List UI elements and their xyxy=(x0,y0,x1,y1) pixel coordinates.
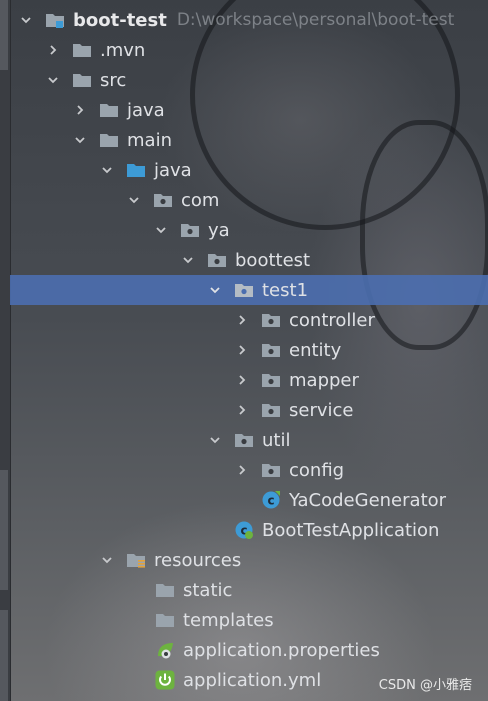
tree-item-test1[interactable]: test1 xyxy=(10,275,488,305)
chevron-right-icon[interactable] xyxy=(47,44,59,56)
tree-item-boottest[interactable]: boottest xyxy=(10,245,488,275)
svg-text:c: c xyxy=(267,494,274,508)
chevron-right-icon[interactable] xyxy=(236,314,248,326)
tree-item-label: .mvn xyxy=(100,39,146,61)
tree-item-label: service xyxy=(289,399,354,421)
chevron-right-icon[interactable] xyxy=(236,464,248,476)
package-icon xyxy=(261,370,281,390)
chevron-down-icon[interactable] xyxy=(209,434,221,446)
tree-item-controller[interactable]: controller xyxy=(10,305,488,335)
tree-item-label: config xyxy=(289,459,345,481)
tree-item-label: application.properties xyxy=(183,639,380,661)
chevron-down-icon[interactable] xyxy=(47,74,59,86)
watermark: CSDN @小雅痞 xyxy=(378,678,472,693)
package-icon xyxy=(234,430,254,450)
chevron-down-icon[interactable] xyxy=(209,284,221,296)
tree-item-application-properties[interactable]: application.properties xyxy=(10,635,488,665)
chevron-down-icon[interactable] xyxy=(128,194,140,206)
chevron-down-icon[interactable] xyxy=(74,134,86,146)
tree-item-mvn[interactable]: .mvn xyxy=(10,35,488,65)
tree-item-java[interactable]: java xyxy=(10,155,488,185)
package-icon xyxy=(180,220,200,240)
chevron-down-icon[interactable] xyxy=(101,554,113,566)
tree-item-service[interactable]: service xyxy=(10,395,488,425)
tree-item-config[interactable]: config xyxy=(10,455,488,485)
chevron-right-icon[interactable] xyxy=(236,374,248,386)
tree-item-label: templates xyxy=(183,609,274,631)
chevron-down-icon[interactable] xyxy=(155,224,167,236)
tree-item-util[interactable]: util xyxy=(10,425,488,455)
chevron-right-icon[interactable] xyxy=(74,104,86,116)
tree-item-label: boot-test xyxy=(73,9,167,31)
tree-item-label: test1 xyxy=(262,279,309,301)
project-path: D:\workspace\personal\boot-test xyxy=(176,10,455,30)
tree-item-label: entity xyxy=(289,339,342,361)
tree-item-label: ya xyxy=(208,219,230,241)
tree-item-boot-test[interactable]: boot-test D:\workspace\personal\boot-tes… xyxy=(10,5,488,35)
folder-icon xyxy=(99,100,119,120)
package-icon xyxy=(153,190,173,210)
tree-item-entity[interactable]: entity xyxy=(10,335,488,365)
tree-item-templates[interactable]: templates xyxy=(10,605,488,635)
folder-icon xyxy=(72,70,92,90)
chevron-down-icon[interactable] xyxy=(182,254,194,266)
tree-item-java-top[interactable]: java xyxy=(10,95,488,125)
chevron-right-icon[interactable] xyxy=(236,404,248,416)
folder-icon xyxy=(155,580,175,600)
tree-item-label: YaCodeGenerator xyxy=(289,489,447,511)
tree-item-label: static xyxy=(183,579,233,601)
tree-item-label: BootTestApplication xyxy=(262,519,440,541)
tree-item-label: resources xyxy=(154,549,242,571)
tree-item-mapper[interactable]: mapper xyxy=(10,365,488,395)
tree-item-static[interactable]: static xyxy=(10,575,488,605)
tree-item-label: src xyxy=(100,69,127,91)
tree-item-label: java xyxy=(154,159,192,181)
package-icon xyxy=(207,250,227,270)
package-icon xyxy=(261,340,281,360)
project-tool-tab[interactable] xyxy=(0,0,8,70)
chevron-down-icon[interactable] xyxy=(20,14,32,26)
tree-item-ya-code-generator[interactable]: c YaCodeGenerator xyxy=(10,485,488,515)
folder-icon xyxy=(155,610,175,630)
package-icon xyxy=(234,280,254,300)
tree-item-resources[interactable]: resources xyxy=(10,545,488,575)
tree-item-label: util xyxy=(262,429,291,451)
tree-item-main[interactable]: main xyxy=(10,125,488,155)
package-icon xyxy=(261,310,281,330)
resources-folder-icon xyxy=(126,550,146,570)
tree-item-com[interactable]: com xyxy=(10,185,488,215)
java-class-icon: c xyxy=(261,490,281,510)
spring-boot-power-icon xyxy=(155,670,175,690)
tree-item-label: application.yml xyxy=(183,669,322,691)
spring-properties-icon xyxy=(155,640,175,660)
spring-boot-class-icon: c xyxy=(234,520,254,540)
tree-item-label: java xyxy=(127,99,165,121)
tree-item-label: main xyxy=(127,129,172,151)
tree-item-src[interactable]: src xyxy=(10,65,488,95)
tree-item-label: controller xyxy=(289,309,375,331)
project-tree: boot-test D:\workspace\personal\boot-tes… xyxy=(10,0,488,701)
tree-item-label: com xyxy=(181,189,220,211)
package-icon xyxy=(261,400,281,420)
module-folder-icon xyxy=(45,10,65,30)
tree-item-boot-test-application[interactable]: c BootTestApplication xyxy=(10,515,488,545)
tree-item-label: mapper xyxy=(289,369,359,391)
structure-tool-tab[interactable] xyxy=(0,470,8,590)
folder-icon xyxy=(72,40,92,60)
folder-icon xyxy=(99,130,119,150)
package-icon xyxy=(261,460,281,480)
chevron-down-icon[interactable] xyxy=(101,164,113,176)
tree-item-ya[interactable]: ya xyxy=(10,215,488,245)
favorites-tool-tab[interactable] xyxy=(0,610,8,701)
tree-item-label: boottest xyxy=(235,249,311,271)
chevron-right-icon[interactable] xyxy=(236,344,248,356)
source-folder-icon xyxy=(126,160,146,180)
